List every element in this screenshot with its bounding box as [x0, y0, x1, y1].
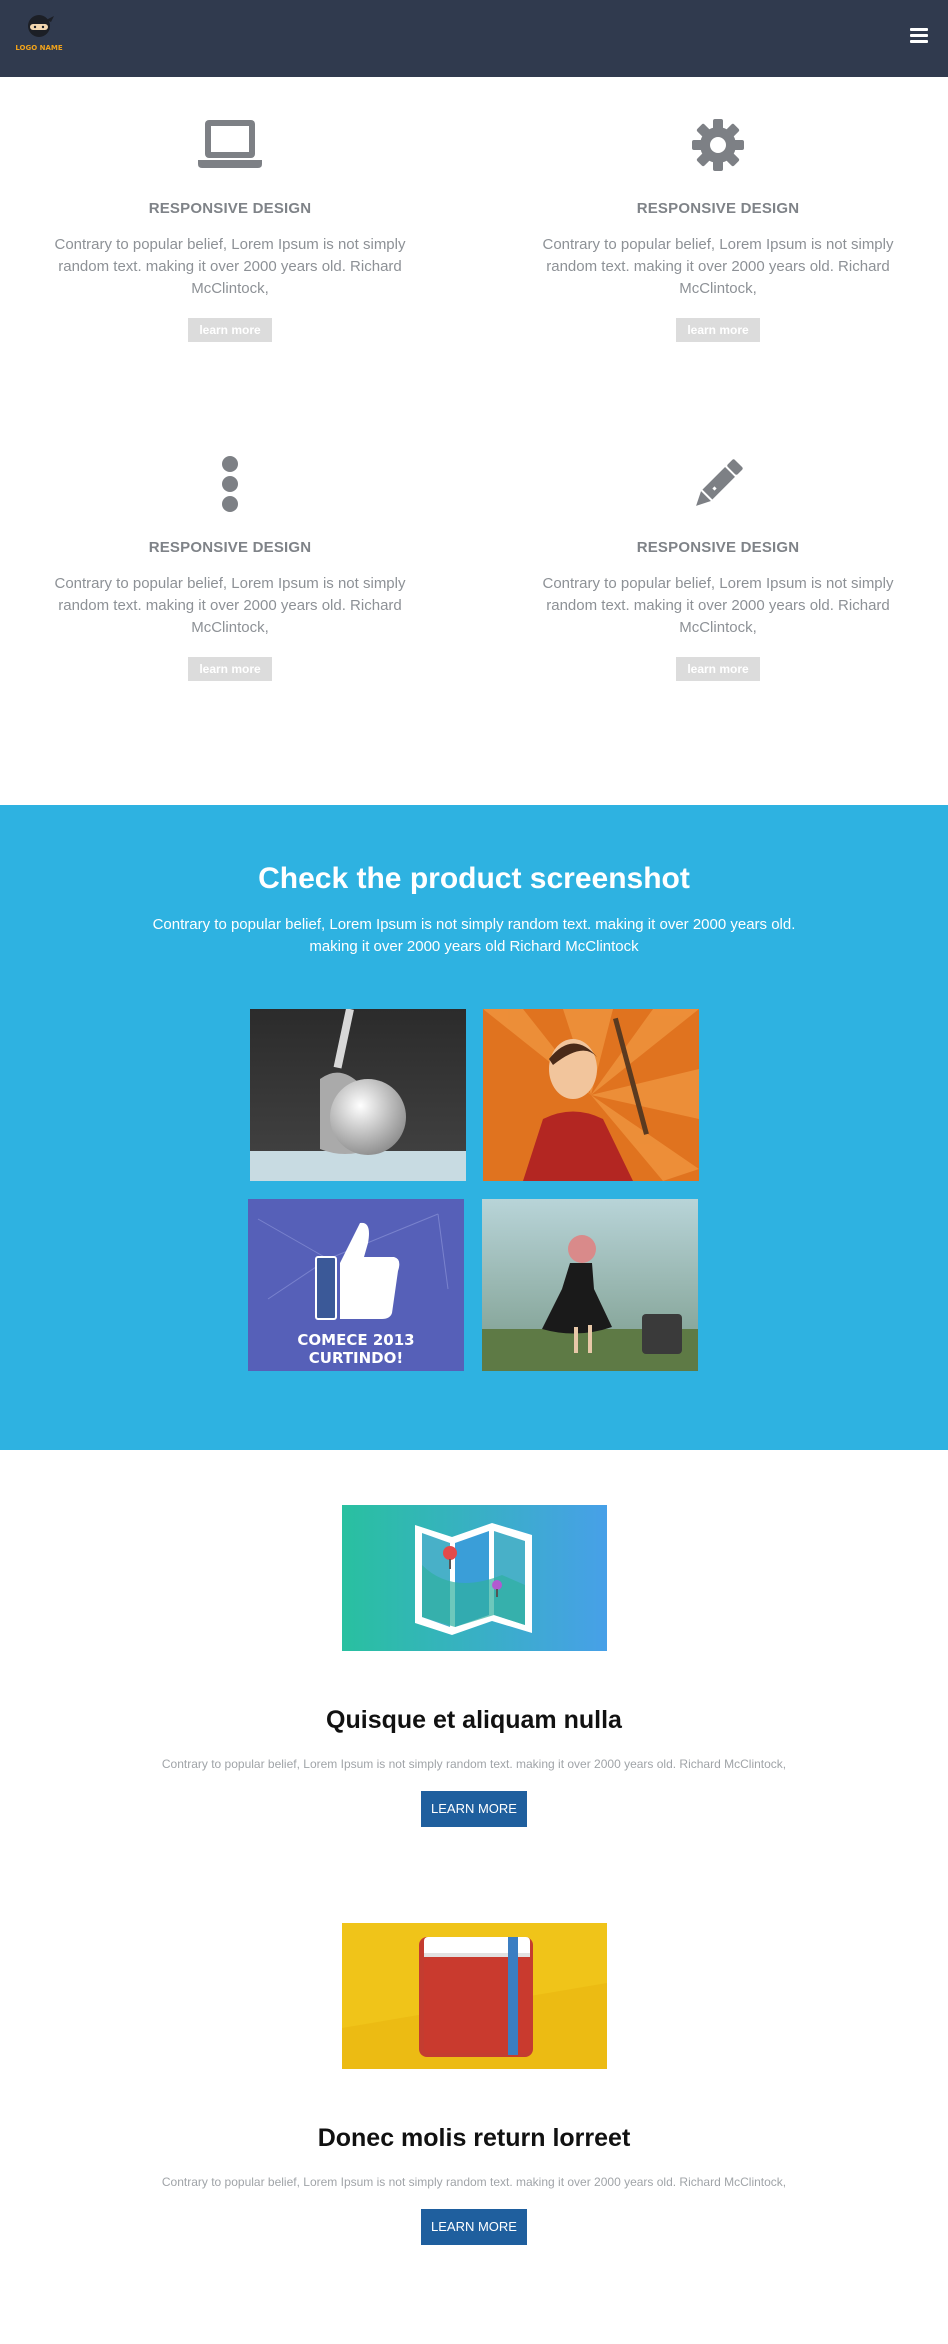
map-image	[341, 1505, 607, 1651]
feature-title: RESPONSIVE DESIGN	[148, 200, 312, 217]
learn-more-button[interactable]: learn more	[188, 657, 272, 681]
svg-text:CURTINDO!: CURTINDO!	[309, 1349, 403, 1367]
feature-text: Contrary to popular belief, Lorem Ipsum …	[542, 575, 894, 636]
promo-text: Contrary to popular belief, Lorem Ipsum …	[161, 2175, 787, 2189]
promo-title: Quisque et aliquam nulla	[326, 1706, 622, 1734]
section-title: Check the product screenshot	[258, 862, 690, 895]
gear-icon	[533, 115, 903, 175]
feature-card: RESPONSIVE DESIGN Contrary to popular be…	[533, 115, 903, 342]
vertical-dots-icon	[45, 454, 415, 514]
promo-section: Donec molis return lorreet Contrary to p…	[0, 1865, 948, 2339]
golf-club-image[interactable]	[250, 1009, 466, 1181]
learn-more-button[interactable]: LEARN MORE	[421, 1791, 527, 1827]
feature-text: Contrary to popular belief, Lorem Ipsum …	[542, 236, 894, 297]
hamburger-menu-icon[interactable]	[910, 28, 928, 44]
promo-title: Donec molis return lorreet	[317, 2124, 631, 2152]
section-lead: Contrary to popular belief, Lorem Ipsum …	[152, 916, 796, 955]
book-image	[341, 1923, 607, 2069]
learn-more-button[interactable]: LEARN MORE	[421, 2209, 527, 2245]
learn-more-button[interactable]: learn more	[676, 657, 760, 681]
feature-title: RESPONSIVE DESIGN	[148, 539, 312, 556]
feature-title: RESPONSIVE DESIGN	[636, 200, 800, 217]
features-section: RESPONSIVE DESIGN Contrary to popular be…	[0, 77, 948, 805]
laptop-icon	[45, 115, 415, 175]
learn-more-button[interactable]: learn more	[676, 318, 760, 342]
woman-dancing-image[interactable]	[482, 1199, 698, 1371]
promo-text: Contrary to popular belief, Lorem Ipsum …	[161, 1757, 787, 1771]
facebook-like-image[interactable]: COMECE 2013 CURTINDO!	[248, 1199, 464, 1371]
logo-text: LOGO NAME	[15, 44, 63, 52]
pencil-icon	[533, 454, 903, 514]
feature-card: RESPONSIVE DESIGN Contrary to popular be…	[533, 454, 903, 681]
feature-text: Contrary to popular belief, Lorem Ipsum …	[54, 575, 406, 636]
feature-card: RESPONSIVE DESIGN Contrary to popular be…	[45, 115, 415, 342]
feature-card: RESPONSIVE DESIGN Contrary to popular be…	[45, 454, 415, 681]
screenshots-section: Check the product screenshot Contrary to…	[0, 805, 948, 1450]
feature-title: RESPONSIVE DESIGN	[636, 539, 800, 556]
poster-man-image[interactable]	[483, 1009, 699, 1181]
logo[interactable]: LOGO NAME	[10, 12, 68, 60]
promo-section: Quisque et aliquam nulla Contrary to pop…	[0, 1450, 948, 1865]
feature-text: Contrary to popular belief, Lorem Ipsum …	[54, 236, 406, 297]
svg-text:COMECE 2013: COMECE 2013	[297, 1331, 414, 1349]
navbar: LOGO NAME	[0, 0, 948, 77]
ninja-logo-icon	[28, 15, 54, 37]
learn-more-button[interactable]: learn more	[188, 318, 272, 342]
